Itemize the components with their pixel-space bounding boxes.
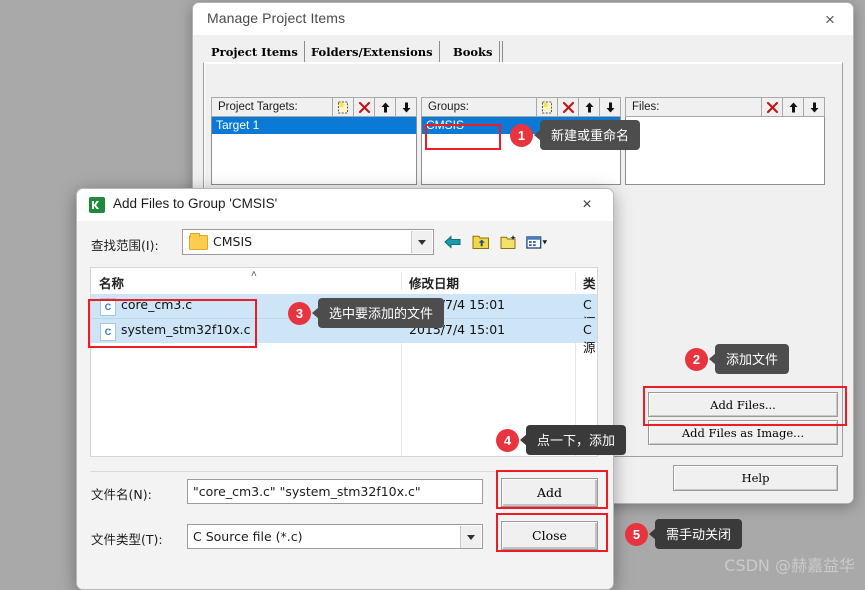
annotation-5: 5 需手动关闭 [625, 519, 743, 549]
file-name-label: 文件名(N): [91, 487, 152, 502]
files-column: Files: [625, 97, 825, 185]
tab-project-items[interactable]: Project Items [205, 41, 305, 64]
move-up-icon[interactable] [578, 98, 599, 116]
annotation-text: 添加文件 [708, 344, 790, 374]
add-button[interactable]: Add [501, 478, 598, 507]
c-file-icon: C [100, 323, 116, 341]
sort-ascending-icon: ˄ [251, 269, 257, 280]
project-targets-header: Project Targets: [211, 97, 417, 117]
close-icon[interactable]: × [807, 3, 853, 35]
watermark: CSDN @赫嘉益华 [724, 556, 855, 575]
new-icon[interactable] [332, 98, 353, 116]
look-in-combobox[interactable]: CMSIS [182, 229, 434, 255]
help-button[interactable]: Help [673, 465, 838, 491]
tab-folders-extensions[interactable]: Folders/Extensions [305, 41, 440, 62]
files-list[interactable] [625, 117, 825, 185]
back-icon[interactable] [442, 231, 464, 253]
keil-icon [89, 197, 105, 213]
look-in-value: CMSIS [213, 234, 253, 249]
view-mode-icon[interactable] [526, 231, 548, 253]
file-type-label: 文件类型(T): [91, 532, 163, 547]
annotation-3: 3 选中要添加的文件 [288, 298, 445, 328]
move-down-icon[interactable] [599, 98, 620, 116]
close-button[interactable]: Close [501, 521, 598, 550]
annotation-badge: 3 [288, 301, 311, 325]
project-targets-column: Project Targets: Target 1 [211, 97, 417, 185]
add-files-titlebar[interactable]: Add Files to Group 'CMSIS' × [77, 189, 613, 221]
move-down-icon[interactable] [395, 98, 416, 116]
file-list-header: 名称 ˄ 修改日期 类 [91, 268, 597, 295]
annotation-4: 4 点一下，添加 [496, 425, 627, 455]
new-icon[interactable] [536, 98, 557, 116]
tab-strip-end [501, 41, 503, 62]
manage-window-title: Manage Project Items [207, 10, 346, 26]
annotation-badge: 5 [625, 522, 648, 546]
add-files-dialog-title: Add Files to Group 'CMSIS' [113, 196, 278, 211]
chevron-down-icon[interactable] [411, 231, 432, 253]
project-targets-toolbar [332, 98, 416, 116]
file-name-input[interactable]: "core_cm3.c" "system_stm32f10x.c" [187, 479, 483, 504]
tab-strip: Project Items Folders/Extensions Books [203, 41, 843, 64]
folder-icon [189, 233, 208, 250]
column-header-date-modified[interactable]: 修改日期 [409, 273, 459, 292]
file-type-value: C Source file (*.c) [193, 529, 303, 544]
delete-icon[interactable] [353, 98, 374, 116]
file-type: C 源 [583, 322, 596, 355]
divider [90, 471, 598, 472]
look-in-label: 查找范围(I): [91, 238, 159, 253]
list-item[interactable]: Target 1 [212, 117, 416, 134]
project-targets-label: Project Targets: [218, 101, 298, 113]
annotation-1: 1 新建或重命名 [510, 120, 641, 150]
files-header: Files: [625, 97, 825, 117]
up-folder-icon[interactable] [470, 231, 492, 253]
groups-label: Groups: [428, 101, 469, 113]
groups-toolbar [536, 98, 620, 116]
file-type-combobox[interactable]: C Source file (*.c) [187, 524, 483, 549]
navigation-toolbar [442, 230, 548, 254]
groups-header: Groups: [421, 97, 621, 117]
annotation-badge: 1 [510, 123, 533, 147]
add-files-button[interactable]: Add Files... [648, 392, 838, 417]
column-header-name[interactable]: 名称 [99, 273, 124, 292]
annotation-text: 选中要添加的文件 [311, 298, 445, 328]
close-icon[interactable]: × [565, 189, 609, 221]
file-name: core_cm3.c [121, 297, 193, 312]
annotation-text: 新建或重命名 [533, 120, 641, 150]
chevron-down-icon[interactable] [460, 526, 481, 548]
annotation-text: 需手动关闭 [648, 519, 743, 549]
annotation-badge: 4 [496, 428, 519, 452]
move-up-icon[interactable] [782, 98, 803, 116]
manage-window-titlebar[interactable]: Manage Project Items × [193, 3, 853, 35]
files-label: Files: [632, 101, 660, 113]
annotation-text: 点一下，添加 [519, 425, 627, 455]
annotation-badge: 2 [685, 347, 708, 371]
move-down-icon[interactable] [803, 98, 824, 116]
new-folder-icon[interactable] [498, 231, 520, 253]
files-toolbar [761, 98, 824, 116]
add-files-dialog-body: 查找范围(I): CMSIS 名称 ˄ 修改日期 类 C core_cm3.c … [77, 221, 613, 589]
c-file-icon: C [100, 298, 116, 316]
delete-icon[interactable] [557, 98, 578, 116]
annotation-2: 2 添加文件 [685, 344, 790, 374]
tab-books[interactable]: Books [447, 41, 500, 62]
project-targets-list[interactable]: Target 1 [211, 117, 417, 185]
add-files-dialog: Add Files to Group 'CMSIS' × 查找范围(I): CM… [76, 188, 614, 590]
add-files-as-image-button[interactable]: Add Files as Image... [648, 420, 838, 445]
move-up-icon[interactable] [374, 98, 395, 116]
delete-icon[interactable] [761, 98, 782, 116]
column-header-type[interactable]: 类 [583, 273, 596, 292]
file-name: system_stm32f10x.c [121, 322, 251, 337]
